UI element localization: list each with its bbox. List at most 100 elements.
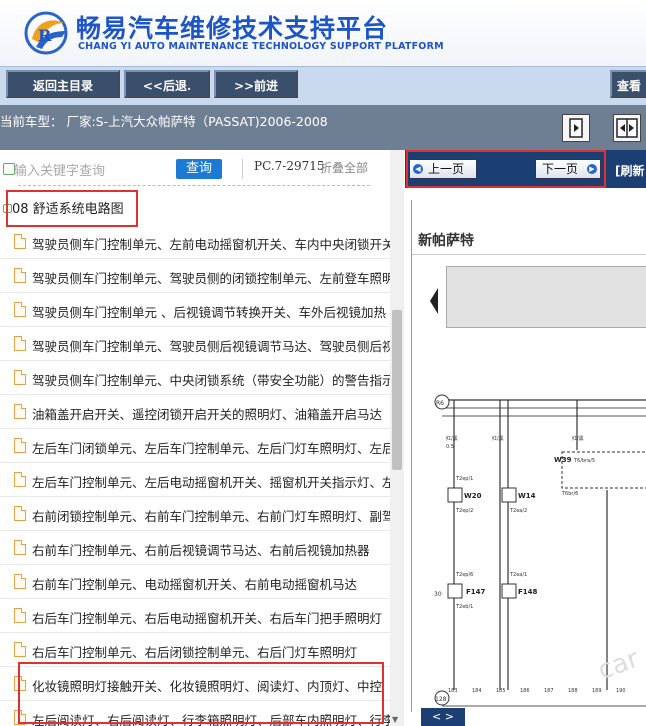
wire-label: T2eb/1 xyxy=(455,604,473,610)
node-label: 128 xyxy=(435,696,447,703)
tree-list: 驾驶员侧车门控制单元、左前电动摇窗机开关、车内中央闭锁开关 驾驶员侧车门控制单元… xyxy=(0,225,390,726)
wire-label: T2ep/6 xyxy=(455,572,473,578)
scale-label: 183 xyxy=(448,688,458,694)
component-label: W14 xyxy=(518,492,536,500)
tree-item[interactable]: 左后车门控制单元、左后电动摇窗机开关、摇窗机开关指示灯、左后 xyxy=(0,463,390,497)
divider xyxy=(412,254,646,255)
tree-item[interactable]: 驾驶员侧车门控制单元、驾驶员侧后视镜调节马达、驾驶员侧后视镜 xyxy=(0,327,390,361)
scroll-down-icon[interactable]: ▼ xyxy=(392,715,398,724)
tree-item[interactable]: 右后车门控制单元、右后电动摇窗机开关、右后车门把手照明灯 xyxy=(0,599,390,633)
app-header: R 畅易汽车维修技术支持平台 CHANG YI AUTO MAINTENANCE… xyxy=(0,0,646,66)
wire-label: T2ea/2 xyxy=(509,508,527,514)
tree-item[interactable]: 右前车门控制单元、电动摇窗机开关、右前电动摇窗机马达 xyxy=(0,565,390,599)
scale-label: 188 xyxy=(568,688,578,694)
file-icon xyxy=(14,540,26,555)
tree-item[interactable]: 驾驶员侧车门控制单元、驾驶员侧的闭锁控制单元、左前登车照明灯 xyxy=(0,259,390,293)
tree-item[interactable]: 驾驶员侧车门控制单元、左前电动摇窗机开关、车内中央闭锁开关 xyxy=(0,225,390,259)
cy-logo: R xyxy=(24,11,68,55)
file-icon xyxy=(14,302,26,317)
tree-item-label: 驾驶员侧车门控制单元、中央闭锁系统（带安全功能）的警告指示灯 xyxy=(32,373,390,388)
search-input[interactable] xyxy=(12,160,166,182)
component-symbol xyxy=(447,487,463,503)
highlight-box xyxy=(6,190,138,227)
tree-item-label: 左后车门闭锁单元、左后车门控制单元、左后门灯车照明灯、左后 xyxy=(32,441,390,456)
single-page-icon xyxy=(569,118,583,138)
pc-code: PC.7-29715 xyxy=(254,159,325,173)
main-toolbar: 返回主目录 <<后退. >>前进 查看 xyxy=(0,66,646,106)
scale-label: 187 xyxy=(544,688,554,694)
file-icon xyxy=(14,608,26,623)
tree-item-label: 右后车门控制单元、右后闭锁控制单元、右后门灯车照明灯 xyxy=(32,645,358,660)
tree-item-label: 右后车门控制单元、右后电动摇窗机开关、右后车门把手照明灯 xyxy=(32,611,383,626)
wire-label: 红/黑 xyxy=(492,435,504,442)
file-icon xyxy=(14,234,26,249)
tree-item-label: 驾驶员侧车门控制单元、驾驶员侧的闭锁控制单元、左前登车照明灯 xyxy=(32,271,390,286)
tree-item[interactable]: 驾驶员侧车门控制单元 、后视镜调节转换开关、车外后视镜加热 xyxy=(0,293,390,327)
brand-title: 畅易汽车维修技术支持平台 xyxy=(76,14,389,43)
divider xyxy=(18,185,370,186)
tree-item[interactable]: 右前闭锁控制单元、右前车门控制单元、右前门灯车照明灯、副驾驶 xyxy=(0,497,390,531)
wire-label: 0.5 xyxy=(446,444,454,450)
divider xyxy=(242,159,243,179)
highlight-box xyxy=(406,150,606,188)
tree-item-label: 右前车门控制单元、电动摇窗机开关、右前电动摇窗机马达 xyxy=(32,577,358,592)
current-model-bar: 当前车型： 厂家:S-上汽大众帕萨特（PASSAT)2006-2008 xyxy=(0,105,646,150)
node-label: R6 xyxy=(436,400,444,407)
tree-item-label: 油箱盖开启开关、遥控闭锁开启开关的照明灯、油箱盖开启马达 xyxy=(32,407,383,422)
file-icon xyxy=(14,506,26,521)
wire-label: T2ea/1 xyxy=(509,572,527,578)
file-icon xyxy=(14,268,26,283)
forward-button[interactable]: >>前进 xyxy=(214,70,298,98)
tree-item-label: 驾驶员侧车门控制单元、左前电动摇窗机开关、车内中央闭锁开关 xyxy=(32,237,390,252)
scale-label: 186 xyxy=(520,688,530,694)
back-button[interactable]: <<后退. xyxy=(124,70,210,98)
brand-subtitle: CHANG YI AUTO MAINTENANCE TECHNOLOGY SUP… xyxy=(78,41,444,52)
view-button[interactable]: 查看 xyxy=(610,70,646,98)
split-view-icon xyxy=(616,118,638,138)
tree-item-label: 左后车门控制单元、左后电动摇窗机开关、摇窗机开关指示灯、左后 xyxy=(32,475,390,490)
component-label: W39 xyxy=(554,456,572,464)
current-model-text: 当前车型： 厂家:S-上汽大众帕萨特（PASSAT)2006-2008 xyxy=(0,114,328,129)
file-icon xyxy=(14,472,26,487)
refresh-link[interactable]: [刷新 xyxy=(615,162,645,179)
component-label: F148 xyxy=(518,588,538,596)
page-left-arrow-icon[interactable] xyxy=(430,288,438,314)
wire-label: 红/黑 xyxy=(446,435,458,442)
viewer-panel: ◀ 上一页 下一页 ▶ [刷新 新帕萨特 30 R6 128 红/黑 0.5 红… xyxy=(405,150,646,726)
component-label: F147 xyxy=(466,588,486,596)
file-icon xyxy=(14,370,26,385)
scale-label: 190 xyxy=(616,688,626,694)
file-icon xyxy=(14,574,26,589)
diagram-title: 新帕萨特 xyxy=(418,233,474,249)
scale-label: 184 xyxy=(472,688,482,694)
split-view-button[interactable] xyxy=(613,114,641,142)
scale-label: 189 xyxy=(592,688,602,694)
tree-scrollbar[interactable]: ▼ xyxy=(390,150,404,726)
tree-item[interactable]: 驾驶员侧车门控制单元、中央闭锁系统（带安全功能）的警告指示灯 xyxy=(0,361,390,395)
tree-item-label: 右前闭锁控制单元、右前车门控制单元、右前门灯车照明灯、副驾驶 xyxy=(32,509,390,524)
scrollbar-thumb[interactable] xyxy=(392,310,402,470)
tree-item[interactable]: 左后车门闭锁单元、左后车门控制单元、左后门灯车照明灯、左后 xyxy=(0,429,390,463)
scale-label: 185 xyxy=(496,688,506,694)
diagram-header-block xyxy=(446,266,646,328)
component-symbol xyxy=(501,583,517,599)
wire-label: T2ep/2 xyxy=(455,508,473,514)
query-button[interactable]: 查询 xyxy=(176,159,222,179)
tree-item-label: 驾驶员侧车门控制单元 、后视镜调节转换开关、车外后视镜加热 xyxy=(32,305,386,320)
tree-item[interactable]: 油箱盖开启开关、遥控闭锁开启开关的照明灯、油箱盖开启马达 xyxy=(0,395,390,429)
component-symbol xyxy=(501,487,517,503)
collapse-all-link[interactable]: 折叠全部 xyxy=(320,159,368,176)
home-button[interactable]: 返回主目录 xyxy=(6,70,120,98)
page-nav-button[interactable]: < > xyxy=(421,708,465,726)
tree-item[interactable]: 右前车门控制单元、右前后视镜调节马达、右前后视镜加热器 xyxy=(0,531,390,565)
tree-item-label: 驾驶员侧车门控制单元、驾驶员侧后视镜调节马达、驾驶员侧后视镜 xyxy=(32,339,390,354)
wire-label: T6br/6 xyxy=(561,491,578,497)
wire-label: 红/黑 xyxy=(572,435,584,442)
component-label: W20 xyxy=(464,492,482,500)
search-row: 查询 PC.7-29715 折叠全部 xyxy=(0,150,390,186)
single-page-view-button[interactable] xyxy=(562,114,590,142)
file-icon xyxy=(14,336,26,351)
tree-item-label: 右前车门控制单元、右前后视镜调节马达、右前后视镜加热器 xyxy=(32,543,370,558)
wire-label: T6/bra/5 xyxy=(573,458,595,464)
wiring-diagram-page: 新帕萨特 30 R6 128 红/黑 0.5 红/黑 红/黑 W20 W14 W… xyxy=(411,200,646,712)
